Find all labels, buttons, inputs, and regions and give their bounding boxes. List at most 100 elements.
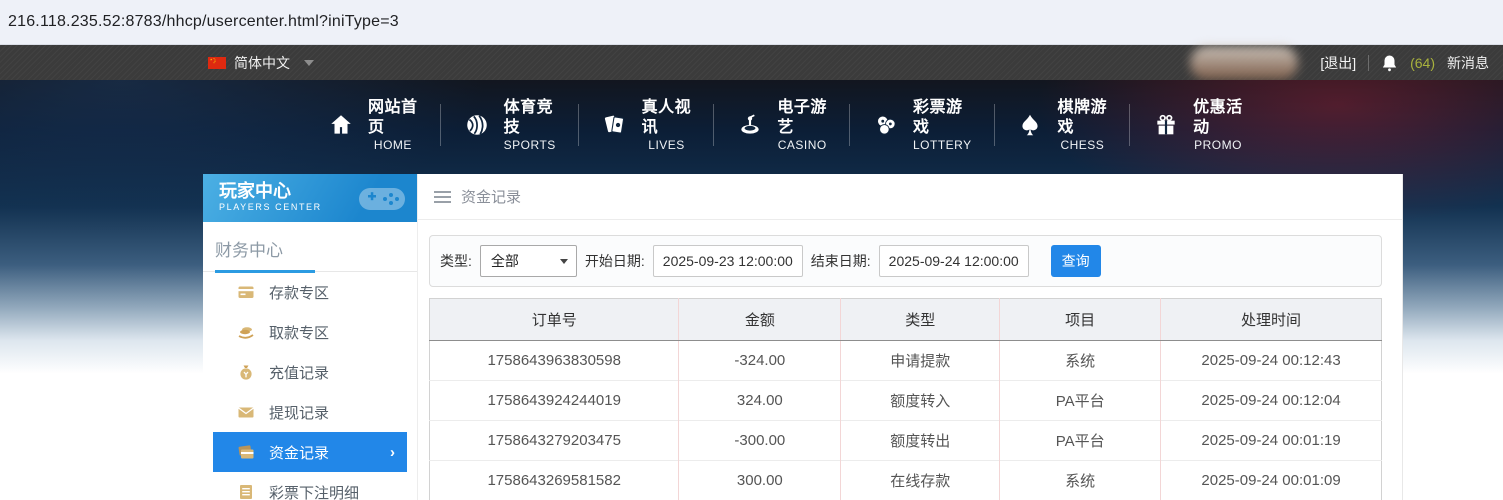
nav-item-lives[interactable]: 真人视讯 LIVES xyxy=(579,95,714,155)
main-nav: 网站首页 HOME 体育竞技 SPORTS 真人视讯 LIVES 电子游艺 CASINO xyxy=(305,80,1265,170)
language-label: 简体中文 xyxy=(234,54,290,71)
type-select-value: 全部 xyxy=(490,253,519,269)
home-icon xyxy=(327,111,355,139)
filter-bar: 类型: 全部 开始日期: 结束日期: 查询 xyxy=(429,235,1382,287)
end-date-label: 结束日期: xyxy=(810,253,871,269)
sidebar-item-recharge-records[interactable]: 充值记录 xyxy=(203,352,417,392)
header-project: 项目 xyxy=(999,298,1161,341)
fund-records-table: 订单号 金额 类型 项目 处理时间 1758643963830598 -324.… xyxy=(429,298,1382,500)
finance-center-label: 财务中心 xyxy=(215,241,283,260)
nav-label-en: HOME xyxy=(373,137,412,152)
sidebar-item-withdrawal-records[interactable]: 提现记录 xyxy=(203,392,417,432)
sidebar-item-label: 充值记录 xyxy=(269,364,330,382)
nav-label-en: CASINO xyxy=(777,137,827,152)
start-date-label: 开始日期: xyxy=(584,253,645,269)
header-amount: 金额 xyxy=(678,298,841,341)
cell-type: 在线存款 xyxy=(840,460,1000,500)
search-button[interactable]: 查询 xyxy=(1050,245,1101,277)
cards-icon xyxy=(601,111,629,139)
type-label: 类型: xyxy=(440,253,472,269)
nav-label-en: LIVES xyxy=(648,137,685,152)
language-selector[interactable]: 简体中文 xyxy=(208,53,314,73)
wallet-cards-icon xyxy=(238,445,254,459)
cell-processed-time: 2025-09-24 00:01:19 xyxy=(1160,420,1382,461)
list-icon xyxy=(434,190,451,203)
cell-order-id: 1758643269581582 xyxy=(429,460,679,500)
cell-type: 额度转出 xyxy=(840,420,1000,461)
header-processed-time: 处理时间 xyxy=(1160,298,1382,341)
cell-processed-time: 2025-09-24 00:12:43 xyxy=(1160,340,1382,381)
finance-center-section: 财务中心 xyxy=(203,222,417,273)
section-underline xyxy=(215,270,315,273)
message-label[interactable]: 新消息 xyxy=(1447,53,1489,73)
sidebar-item-label: 资金记录 xyxy=(269,444,330,462)
header-order-id: 订单号 xyxy=(429,298,679,341)
chevron-right-icon: › xyxy=(390,443,395,461)
cell-order-id: 1758643279203475 xyxy=(429,420,679,461)
gift-icon xyxy=(1152,111,1180,139)
table-row: 1758643924244019 324.00 额度转入 PA平台 2025-0… xyxy=(429,380,1382,421)
nav-item-lottery[interactable]: 彩票游戏 LOTTERY xyxy=(850,95,994,155)
document-icon xyxy=(240,485,252,499)
logout-link[interactable]: [退出] xyxy=(1320,53,1356,73)
header-type: 类型 xyxy=(840,298,1000,341)
nav-label-zh: 电子游艺 xyxy=(777,98,827,136)
cell-amount: -300.00 xyxy=(678,420,841,461)
nav-label-en: PROMO xyxy=(1194,137,1242,152)
nav-item-sports[interactable]: 体育竞技 SPORTS xyxy=(441,95,578,155)
chevron-down-icon xyxy=(559,258,568,264)
cell-order-id: 1758643963830598 xyxy=(429,340,679,381)
nav-item-promo[interactable]: 优惠活动 PROMO xyxy=(1130,95,1265,155)
sidebar-item-deposit-zone[interactable]: 存款专区 xyxy=(203,272,417,312)
hand-money-icon xyxy=(238,327,254,339)
spade-icon xyxy=(1016,111,1044,139)
sidebar: 玩家中心 PLAYERS CENTER 财务中心 存款专区 取款专区 充值记录 … xyxy=(203,174,417,500)
cell-order-id: 1758643924244019 xyxy=(429,380,679,421)
nav-item-casino[interactable]: 电子游艺 CASINO xyxy=(714,95,849,155)
sidebar-item-lottery-bet-details[interactable]: 彩票下注明细 xyxy=(203,472,417,500)
nav-label-zh: 网站首页 xyxy=(368,98,418,136)
nav-label-zh: 优惠活动 xyxy=(1193,98,1243,136)
table-header-row: 订单号 金额 类型 项目 处理时间 xyxy=(429,298,1382,341)
sidebar-item-withdraw-zone[interactable]: 取款专区 xyxy=(203,312,417,352)
cell-processed-time: 2025-09-24 00:01:09 xyxy=(1160,460,1382,500)
topbar: 简体中文 [退出] (64) 新消息 xyxy=(0,45,1503,80)
deposit-card-icon xyxy=(238,286,254,298)
cell-amount: 324.00 xyxy=(678,380,841,421)
main-panel: 资金记录 类型: 全部 开始日期: 结束日期: 查询 订单号 金额 类型 项目 xyxy=(417,174,1403,500)
nav-label-zh: 彩票游戏 xyxy=(912,98,963,136)
page-url[interactable]: 216.118.235.52:8783/hhcp/usercenter.html… xyxy=(8,13,399,31)
sidebar-item-label: 彩票下注明细 xyxy=(269,484,360,500)
address-bar[interactable]: 216.118.235.52:8783/hhcp/usercenter.html… xyxy=(0,0,1503,45)
sidebar-item-label: 提现记录 xyxy=(269,404,330,422)
players-center-header[interactable]: 玩家中心 PLAYERS CENTER xyxy=(203,174,417,222)
nav-label-zh: 体育竞技 xyxy=(503,98,554,136)
sports-ball-icon xyxy=(463,111,491,139)
table-row: 1758643269581582 300.00 在线存款 系统 2025-09-… xyxy=(429,460,1382,500)
table-row: 1758643963830598 -324.00 申请提款 系统 2025-09… xyxy=(429,340,1382,381)
message-count[interactable]: (64) xyxy=(1410,55,1435,71)
cell-amount: 300.00 xyxy=(678,460,841,500)
cell-type: 申请提款 xyxy=(840,340,1000,381)
china-flag-icon xyxy=(208,56,226,69)
cell-project: PA平台 xyxy=(999,380,1161,421)
sidebar-item-label: 存款专区 xyxy=(269,284,330,302)
page-title: 资金记录 xyxy=(461,189,522,206)
sidebar-item-fund-records[interactable]: 资金记录 › xyxy=(213,432,407,472)
nav-item-home[interactable]: 网站首页 HOME xyxy=(305,95,440,155)
nav-label-en: SPORTS xyxy=(503,137,556,152)
nav-label-en: LOTTERY xyxy=(912,137,972,152)
cell-project: 系统 xyxy=(999,340,1161,381)
topbar-divider xyxy=(1368,54,1370,71)
type-select[interactable]: 全部 xyxy=(479,245,577,277)
start-date-input[interactable] xyxy=(652,245,803,277)
bell-icon[interactable] xyxy=(1381,54,1398,72)
nav-item-chess[interactable]: 棋牌游戏 CHESS xyxy=(994,95,1129,155)
chevron-down-icon xyxy=(304,59,314,66)
lottery-balls-icon xyxy=(872,111,900,139)
table-row: 1758643279203475 -300.00 额度转出 PA平台 2025-… xyxy=(429,420,1382,461)
end-date-input[interactable] xyxy=(878,245,1029,277)
cell-amount: -324.00 xyxy=(678,340,841,381)
cell-type: 额度转入 xyxy=(840,380,1000,421)
cell-project: PA平台 xyxy=(999,420,1161,461)
